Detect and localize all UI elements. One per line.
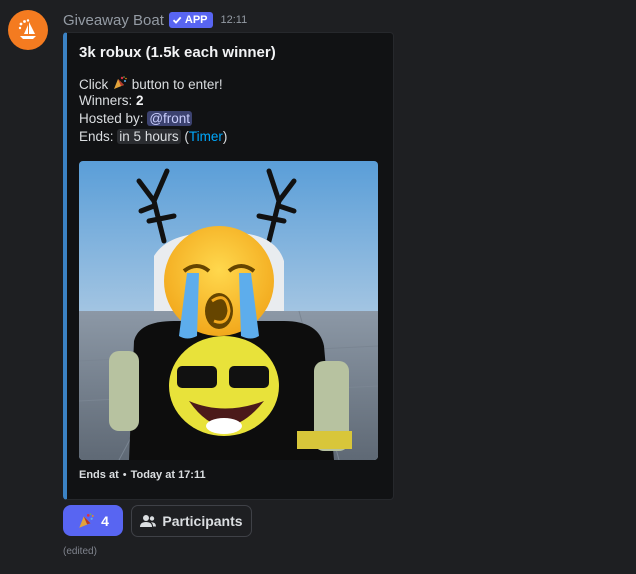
- enter-giveaway-button[interactable]: 4: [63, 505, 123, 536]
- boat-icon: [18, 19, 36, 39]
- checkmark-icon: [172, 16, 182, 24]
- ends-line: Ends: in 5 hours (Timer): [79, 129, 227, 144]
- host-mention[interactable]: @front: [147, 111, 193, 126]
- footer-label: Ends at: [79, 469, 119, 481]
- message-header: Giveaway Boat APP 12:11: [63, 11, 247, 29]
- app-badge-label: APP: [184, 14, 208, 26]
- embed-footer: Ends at • Today at 17:11: [79, 469, 206, 481]
- person-icon: [140, 515, 157, 527]
- hosted-label: Hosted by:: [79, 111, 144, 126]
- message-timestamp[interactable]: 12:11: [221, 14, 248, 26]
- ends-relative-time[interactable]: in 5 hours: [117, 129, 181, 144]
- party-popper-icon: [114, 76, 127, 89]
- app-badge: APP: [168, 12, 213, 28]
- click-suffix: button to enter!: [131, 77, 223, 92]
- host-line: Hosted by: @front: [79, 111, 193, 126]
- ends-label: Ends:: [79, 129, 114, 144]
- embed-title: 3k robux (1.5k each winner): [79, 44, 276, 61]
- enter-instructions: Click button to enter!: [79, 75, 223, 92]
- giveaway-image[interactable]: [79, 161, 378, 460]
- winners-count: 2: [136, 93, 144, 108]
- timer-link[interactable]: Timer: [189, 129, 223, 144]
- edited-indicator: (edited): [63, 546, 97, 557]
- author-name[interactable]: Giveaway Boat: [63, 12, 164, 29]
- footer-time: Today at 17:11: [130, 469, 206, 481]
- timer-paren-close: ): [222, 129, 228, 144]
- giveaway-embed: 3k robux (1.5k each winner) Click button…: [63, 32, 394, 500]
- participants-label: Participants: [162, 513, 243, 529]
- winners-label: Winners:: [79, 93, 133, 108]
- reaction-count: 4: [101, 512, 109, 529]
- winners-line: Winners: 2: [79, 93, 144, 108]
- click-prefix: Click: [79, 77, 109, 92]
- party-popper-icon: [79, 512, 94, 528]
- footer-separator: •: [122, 469, 127, 481]
- bot-avatar[interactable]: [8, 10, 48, 50]
- participants-button[interactable]: Participants: [131, 505, 252, 537]
